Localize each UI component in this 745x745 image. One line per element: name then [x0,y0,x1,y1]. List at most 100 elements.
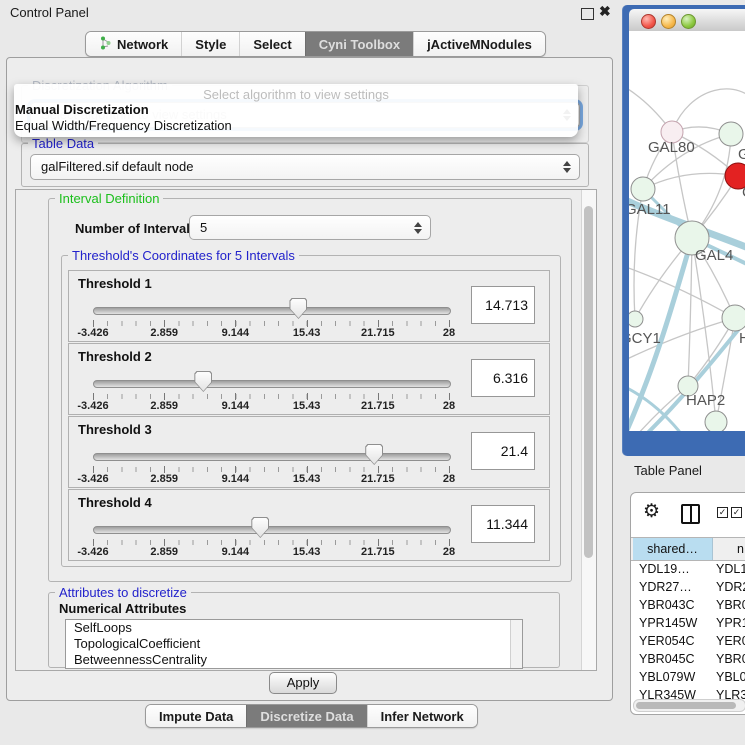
slider-track[interactable] [93,380,451,388]
tab-style[interactable]: Style [181,32,239,56]
tab-discretize-data[interactable]: Discretize Data [246,705,366,727]
slider-major-tick [93,466,94,473]
table-row[interactable]: YLR345WYLR3 [631,686,745,699]
slider-track[interactable] [93,453,451,461]
slider-major-tick [449,466,450,473]
combo-value: 5 [200,220,207,235]
slider-tick-label: 21.715 [350,546,406,558]
threshold-value-field[interactable]: 14.713 [471,286,535,324]
tab-impute-data[interactable]: Impute Data [146,705,246,727]
combo-arrows-icon [563,161,571,173]
numerical-attributes-list[interactable]: SelfLoopsTopologicalCoefficientBetweenne… [65,619,523,669]
slider-major-tick [378,320,379,327]
checkbox-icon[interactable]: ✓ [731,507,742,518]
table-row[interactable]: YBL079WYBL0 [631,668,745,686]
threshold-panel: Threshold 1 -3.4262.8599.14415.4321.7152… [68,270,550,342]
scrollbar-thumb[interactable] [584,206,593,558]
threshold-slider[interactable]: -3.4262.8599.14415.4321.71528 [93,490,449,560]
dropdown-item[interactable]: Manual Discretization [15,102,149,117]
tab-select[interactable]: Select [239,32,304,56]
table-row[interactable]: YPR145WYPR1 [631,614,745,632]
network-node[interactable] [631,177,655,201]
network-node[interactable] [722,305,745,331]
network-node[interactable] [719,122,743,146]
threshold-slider[interactable]: -3.4262.8599.14415.4321.71528 [93,271,449,341]
slider-tick-label: 21.715 [350,473,406,485]
combo-value: galFiltered.sif default node [41,159,193,174]
network-edge[interactable] [643,173,738,189]
vertical-scrollbar[interactable] [581,190,596,670]
tab-label: Discretize Data [260,709,353,724]
node-label: H [739,330,745,347]
scrollbar-thumb[interactable] [636,702,736,709]
slider-thumb[interactable] [194,371,212,392]
threshold-slider[interactable]: -3.4262.8599.14415.4321.71528 [93,344,449,414]
table-row[interactable]: YBR043CYBR0 [631,596,745,614]
tab-jactivemnodules[interactable]: jActiveMNodules [413,32,545,56]
tab-label: Infer Network [381,709,464,724]
network-edge[interactable] [688,238,692,386]
slider-thumb[interactable] [289,298,307,319]
settings-scrollpane: Interval Definition Number of Intervals … [15,189,597,671]
slider-major-tick [164,320,165,327]
number-of-intervals-combobox[interactable]: 5 [189,215,431,240]
network-node[interactable] [629,311,643,327]
slider-thumb[interactable] [365,444,383,465]
network-canvas[interactable]: GAL80GCGAL11GAL4GCY1HHAP2 [629,31,745,431]
interval-definition-group: Interval Definition Number of Intervals … [48,198,572,582]
checkbox-icon[interactable]: ✓ [717,507,728,518]
tab-label: jActiveMNodules [427,37,532,52]
threshold-value-field[interactable]: 6.316 [471,359,535,397]
table-row[interactable]: YDL19…YDL1 [631,560,745,578]
horizontal-scrollbar[interactable] [633,699,745,712]
slider-thumb[interactable] [251,517,269,538]
dropdown-item[interactable]: Equal Width/Frequency Discretization [15,118,232,133]
column-header-shared-name[interactable]: shared… [633,538,713,560]
group-title: Threshold's Coordinates for 5 Intervals [68,248,299,263]
attribute-list-item[interactable]: SelfLoops [66,620,522,636]
threshold-panel: Threshold 2 -3.4262.8599.14415.4321.7152… [68,343,550,415]
zoom-traffic-light[interactable] [681,14,696,29]
cell-name: YBR0 [713,650,745,668]
close-traffic-light[interactable] [641,14,656,29]
network-node[interactable] [705,411,727,431]
tab-infer-network[interactable]: Infer Network [367,705,477,727]
table-panel-title: Table Panel [634,463,702,478]
attribute-list-item[interactable]: TopologicalCoefficient [66,636,522,652]
slider-major-tick [449,539,450,546]
tab-cyni-toolbox[interactable]: Cyni Toolbox [305,32,413,56]
tab-label: Cyni Toolbox [319,37,400,52]
threshold-value-field[interactable]: 21.4 [471,432,535,470]
tab-network[interactable]: Network [86,32,181,56]
columns-icon[interactable] [681,504,700,524]
slider-track[interactable] [93,307,451,315]
table-row[interactable]: YDR27…YDR2 [631,578,745,596]
threshold-value-field[interactable]: 11.344 [471,505,535,543]
column-header-name[interactable]: n [713,538,745,560]
slider-major-tick [378,393,379,400]
slider-tick-label: -3.426 [65,546,121,558]
gear-icon[interactable]: ⚙ [643,501,660,523]
apply-button[interactable]: Apply [269,672,337,694]
table-row[interactable]: YBR045CYBR0 [631,650,745,668]
table-data-combobox[interactable]: galFiltered.sif default node [30,154,580,180]
slider-major-tick [93,393,94,400]
list-scrollbar[interactable] [510,620,522,668]
threshold-slider[interactable]: -3.4262.8599.14415.4321.71528 [93,417,449,487]
slider-major-tick [378,539,379,546]
slider-track[interactable] [93,526,451,534]
float-window-icon[interactable] [581,8,594,20]
combo-placeholder-echo: Select algorithm to view settings [14,87,578,102]
table-row[interactable]: YER054CYER0 [631,632,745,650]
slider-major-tick [93,539,94,546]
close-icon[interactable]: ✖ [599,3,611,20]
attribute-list-item[interactable]: BetweennessCentrality [66,652,522,668]
numerical-attributes-label: Numerical Attributes [59,601,186,616]
network-icon [99,36,111,53]
slider-ticks [93,394,450,399]
minimize-traffic-light[interactable] [661,14,676,29]
control-panel-title: Control Panel [10,5,89,20]
slider-major-tick [235,393,236,400]
cell-shared-name: YBL079W [631,668,713,686]
scrollbar-thumb[interactable] [513,621,520,665]
